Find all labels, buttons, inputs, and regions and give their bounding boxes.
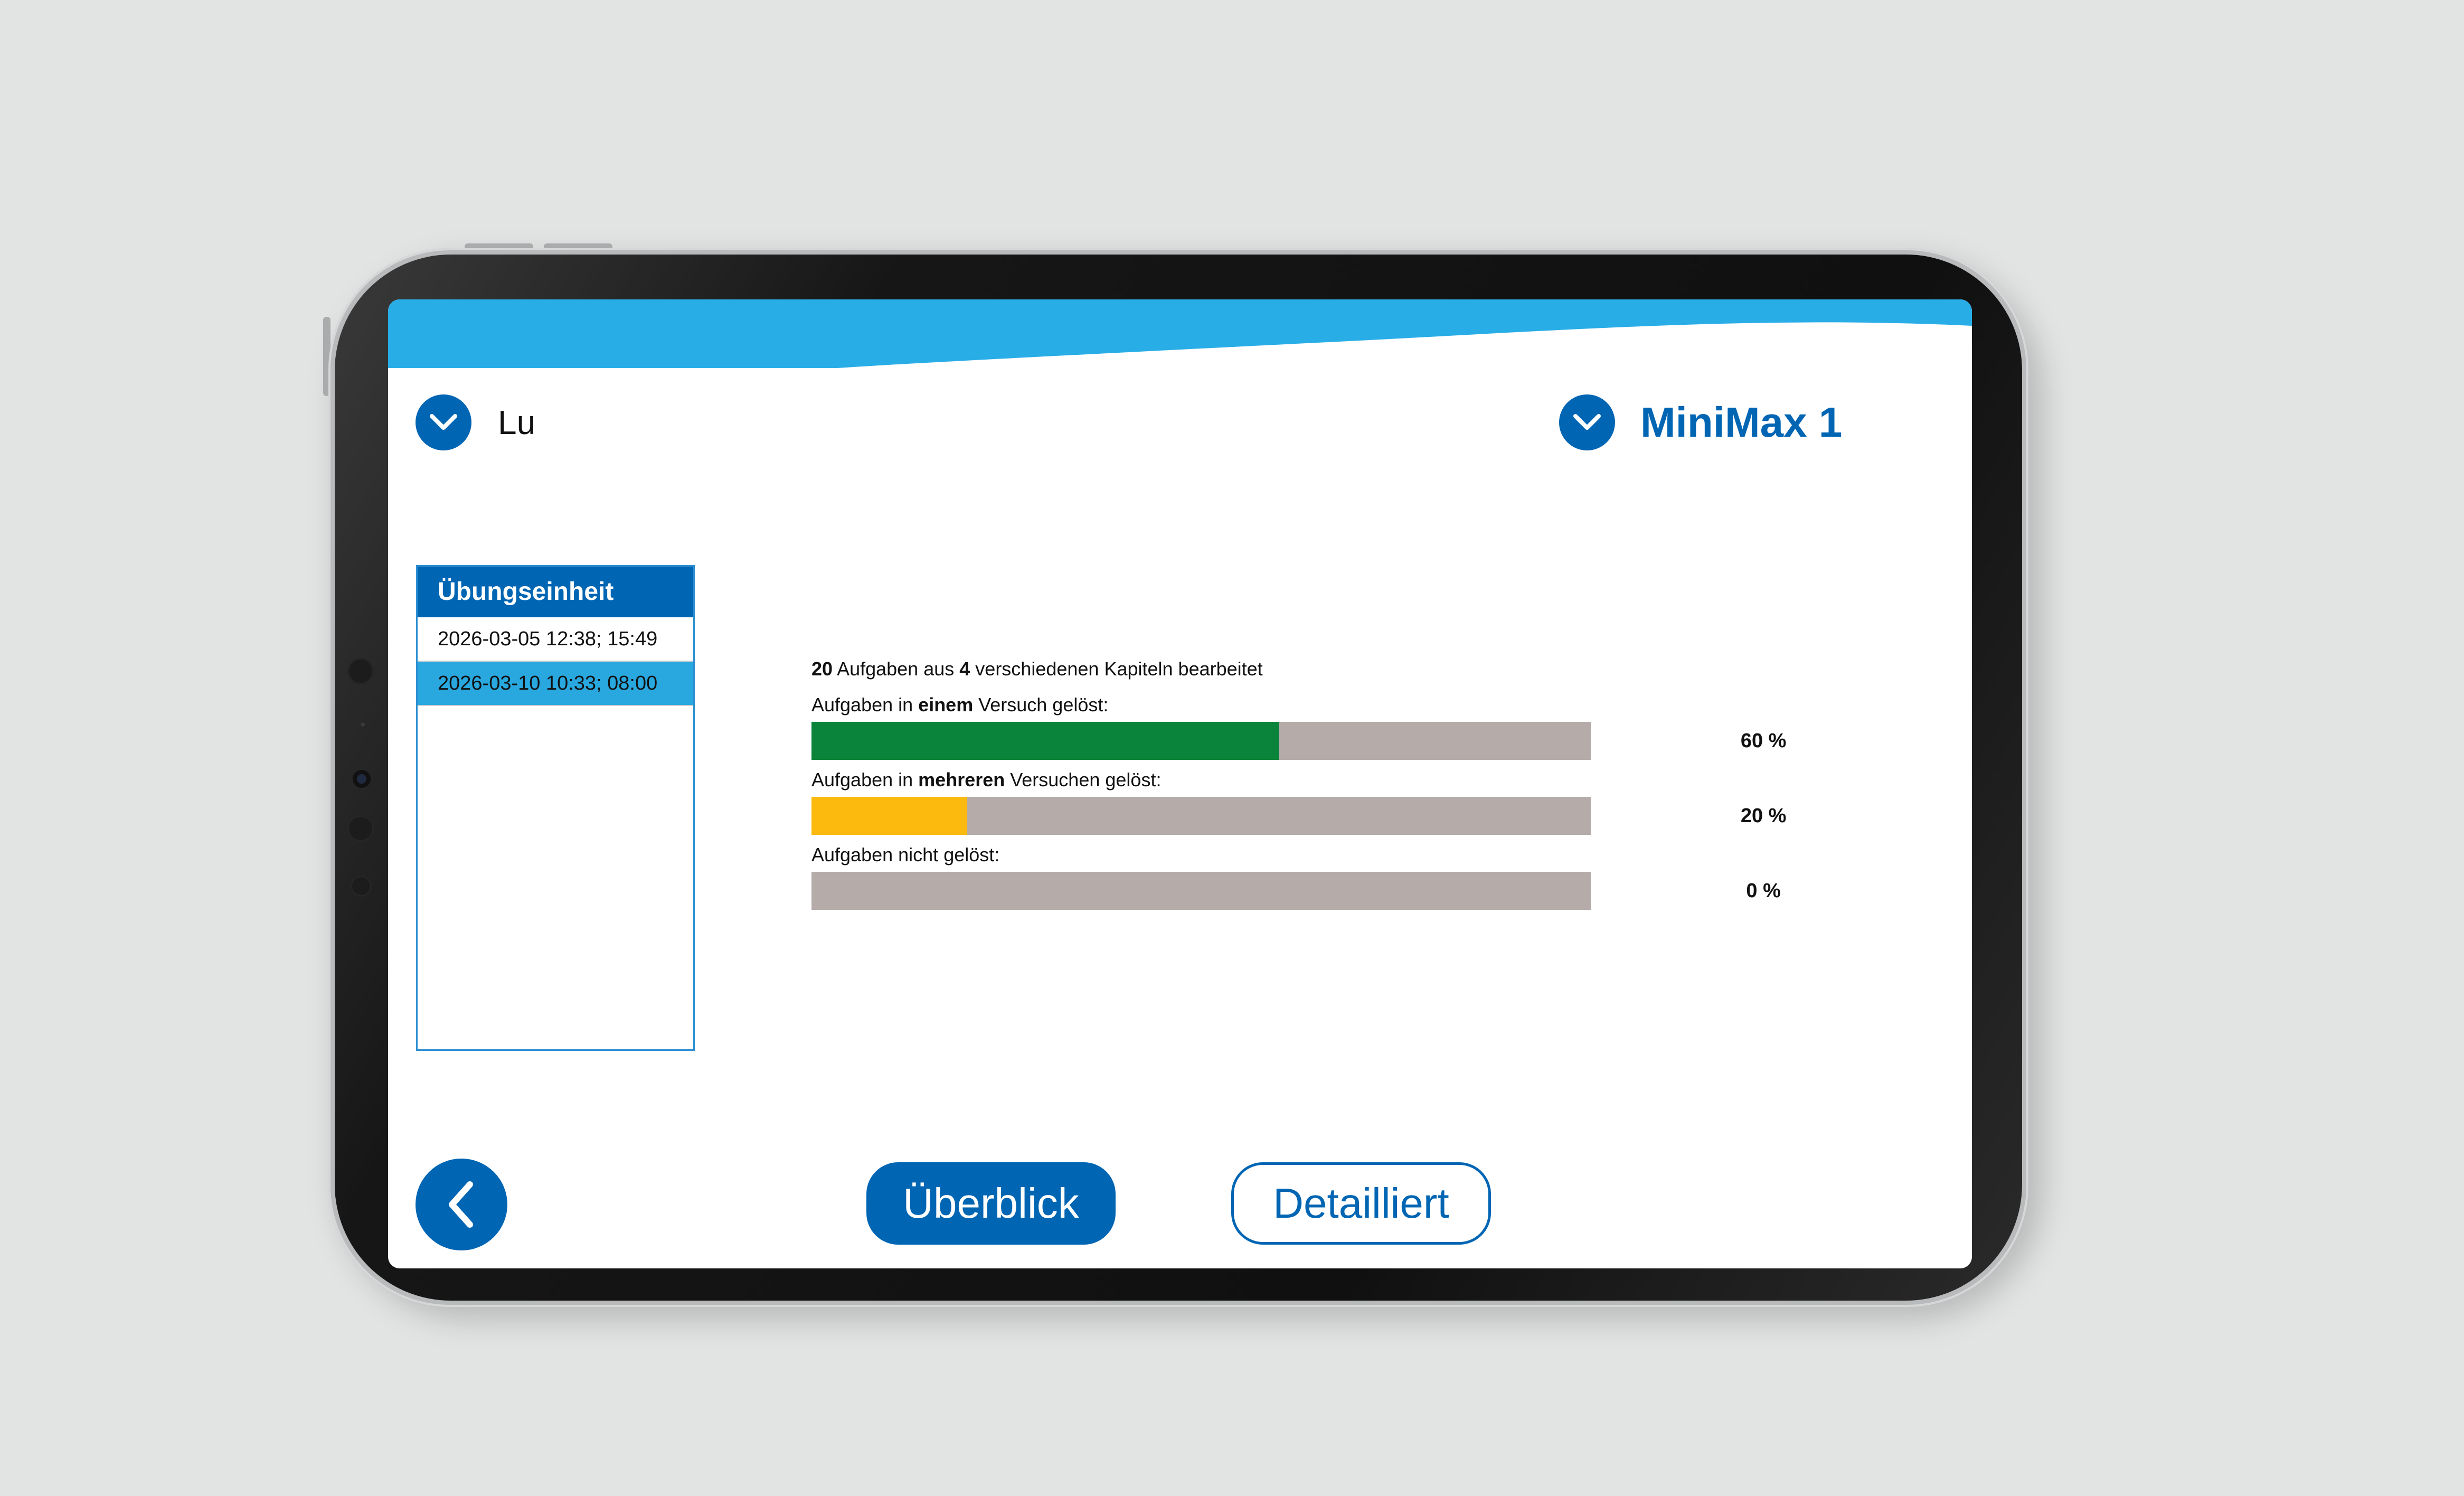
camera-icon	[353, 770, 371, 788]
stat-row: 20 %	[811, 797, 1867, 835]
stat-label-not-solved: Aufgaben nicht gelöst:	[811, 841, 1867, 869]
chevron-down-icon[interactable]	[416, 394, 471, 450]
app-screen: Lu MiniMax 1 Übungseinheit 2026-03-05 12…	[388, 299, 1972, 1268]
task-count: 20	[811, 658, 833, 680]
overview-button[interactable]: Überblick	[866, 1162, 1116, 1245]
label-text: Versuch gelöst:	[973, 694, 1109, 716]
session-list: Übungseinheit 2026-03-05 12:38; 15:49 20…	[416, 565, 695, 1051]
back-button[interactable]	[416, 1159, 507, 1250]
chevron-down-icon[interactable]	[1559, 394, 1615, 450]
stat-label-one-attempt: Aufgaben in einem Versuch gelöst:	[811, 691, 1867, 719]
detail-button[interactable]: Detailliert	[1231, 1162, 1491, 1245]
stat-row: 60 %	[811, 722, 1867, 760]
label-emphasis: mehreren	[918, 769, 1005, 791]
label-text: Versuchen gelöst:	[1005, 769, 1162, 791]
percent-value: 0 %	[1746, 879, 1781, 902]
summary-text: 20 Aufgaben aus 4 verschiedenen Kapiteln…	[811, 653, 1867, 685]
progress-fill	[811, 722, 1279, 760]
sensor-icon	[351, 876, 372, 897]
session-item[interactable]: 2026-03-05 12:38; 15:49	[418, 617, 693, 662]
progress-track	[811, 722, 1591, 760]
label-text: Aufgaben nicht gelöst:	[811, 844, 1000, 865]
sensor-icon	[347, 815, 374, 842]
session-item-selected[interactable]: 2026-03-10 10:33; 08:00	[418, 662, 693, 706]
chapter-count: 4	[959, 658, 970, 680]
chevron-left-icon	[449, 1181, 473, 1228]
user-dropdown[interactable]: Lu	[416, 394, 535, 450]
user-name: Lu	[498, 403, 536, 441]
sensor-icon	[347, 658, 374, 684]
stat-label-multiple-attempts: Aufgaben in mehreren Versuchen gelöst:	[811, 766, 1867, 794]
header-wave	[388, 299, 1972, 368]
label-emphasis: einem	[918, 694, 974, 716]
book-title: MiniMax 1	[1640, 399, 1843, 446]
book-dropdown[interactable]: MiniMax 1	[1559, 394, 1842, 450]
stat-row: 0 %	[811, 872, 1867, 910]
session-list-header: Übungseinheit	[418, 567, 693, 617]
percent-value: 60 %	[1740, 729, 1787, 752]
percent-value: 20 %	[1740, 804, 1787, 827]
label-text: Aufgaben in	[811, 769, 919, 791]
progress-track	[811, 797, 1591, 835]
progress-track	[811, 872, 1591, 910]
label-text: Aufgaben in	[811, 694, 919, 716]
summary-part: Aufgaben aus	[833, 658, 960, 680]
sensor-icon	[359, 721, 366, 728]
statistics-panel: 20 Aufgaben aus 4 verschiedenen Kapiteln…	[811, 653, 1867, 910]
progress-fill	[811, 797, 968, 835]
summary-part: verschiedenen Kapiteln bearbeitet	[970, 658, 1263, 680]
